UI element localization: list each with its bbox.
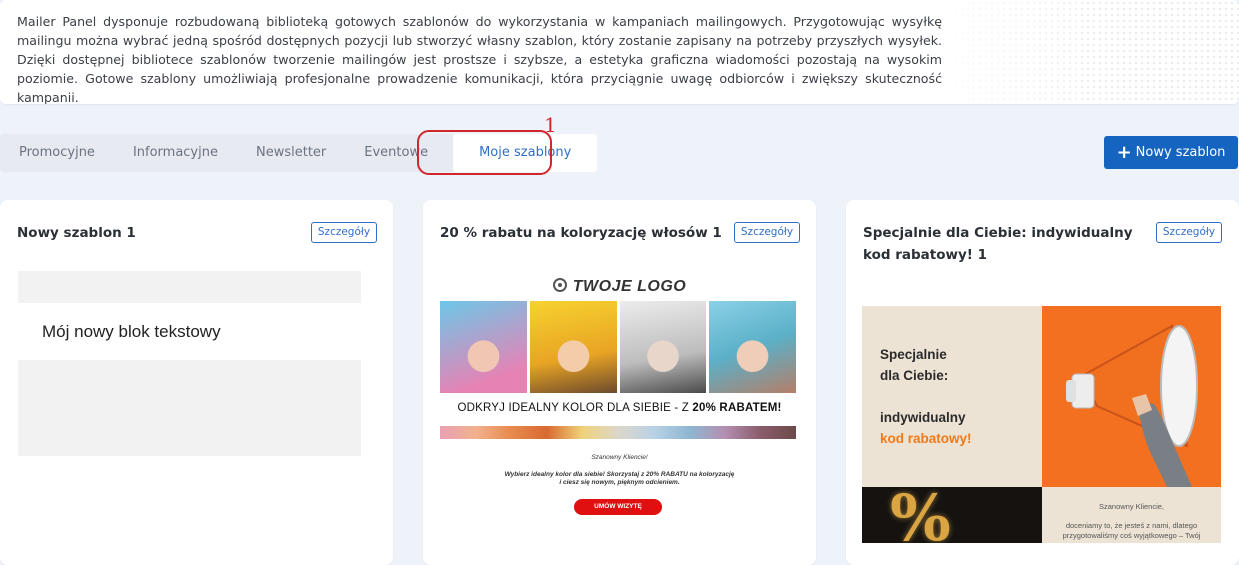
preview-block <box>18 271 361 303</box>
preview-photo <box>619 301 707 393</box>
decorative-pattern <box>929 0 1239 104</box>
tab-informacyjne[interactable]: Informacyjne <box>114 134 237 172</box>
preview-body-line: doceniamy to, że jesteś z nami, dlatego <box>1065 521 1198 530</box>
preview-headline: ODKRYJ IDEALNY KOLOR DLA SIEBIE - Z 20% … <box>457 402 782 414</box>
preview-megaphone-image <box>1042 306 1221 487</box>
template-title: Nowy szablon 1 <box>17 225 136 241</box>
template-title: Specjalnie dla Ciebie: indywidualny kod … <box>863 225 1133 263</box>
preview-line: indywidualny <box>880 410 966 425</box>
preview-logo: TWOJE LOGO <box>423 278 816 296</box>
preview-body-line: Wybierz idealny kolor dla siebie! Skorzy… <box>504 471 735 478</box>
new-template-label: Nowy szablon <box>1135 145 1226 160</box>
preview-greeting: Szanowny Kliencie, <box>1098 502 1165 511</box>
preview-greeting: Szanowny Kliencie! <box>591 454 648 461</box>
new-template-button[interactable]: + Nowy szablon <box>1104 136 1238 169</box>
template-card[interactable]: 20 % rabatu na koloryzację włosów 1 Szcz… <box>423 200 816 565</box>
preview-block <box>18 360 361 456</box>
intro-panel: Mailer Panel dysponuje rozbudowaną bibli… <box>0 0 1239 104</box>
intro-text: Mailer Panel dysponuje rozbudowaną bibli… <box>17 14 942 104</box>
preview-text-panel: Specjalnie dla Ciebie: indywidualny kod r… <box>862 306 1042 487</box>
annotation-highlight <box>417 130 552 175</box>
preview-grid: Specjalnie dla Ciebie: indywidualny kod r… <box>862 306 1221 543</box>
tab-newsletter[interactable]: Newsletter <box>237 134 345 172</box>
preview-logo-text: TWOJE LOGO <box>572 278 687 295</box>
annotation-marker: 1 <box>544 113 557 137</box>
logo-icon <box>552 278 567 292</box>
template-title: 20 % rabatu na koloryzację włosów 1 <box>440 225 722 241</box>
preview-text-block: Mój nowy blok tekstowy <box>42 322 221 341</box>
megaphone-icon <box>1066 324 1198 487</box>
preview-color-strip <box>440 426 796 439</box>
plus-icon: + <box>1116 141 1132 163</box>
preview-photo-row <box>440 301 796 393</box>
preview-letter-panel: Szanowny Kliencie, doceniamy to, że jest… <box>1042 487 1221 543</box>
preview-cta-button: UMÓW WIZYTĘ <box>574 499 662 515</box>
preview-line: Specjalnie dla Ciebie: <box>880 347 949 383</box>
template-card[interactable]: Specjalnie dla Ciebie: indywidualny kod … <box>846 200 1239 565</box>
preview-percent-symbol: % <box>890 487 951 543</box>
preview-body-line: przygotowaliśmy coś wyjątkowego – Twój <box>1062 531 1201 540</box>
preview-photo <box>529 301 617 393</box>
details-button[interactable]: Szczegóły <box>734 222 800 243</box>
template-card[interactable]: Nowy szablon 1 Szczegóły Mój nowy blok t… <box>0 200 393 565</box>
preview-photo <box>709 301 796 393</box>
preview-photo <box>440 301 527 393</box>
details-button[interactable]: Szczegóły <box>1156 222 1222 243</box>
preview-highlight-line: kod rabatowy! <box>880 431 972 446</box>
preview-percent-image: % <box>862 487 1042 543</box>
details-button[interactable]: Szczegóły <box>311 222 377 243</box>
tab-promocyjne[interactable]: Promocyjne <box>0 134 114 172</box>
preview-body-line: i ciesz się nowym, pięknym odcieniem. <box>559 479 680 486</box>
